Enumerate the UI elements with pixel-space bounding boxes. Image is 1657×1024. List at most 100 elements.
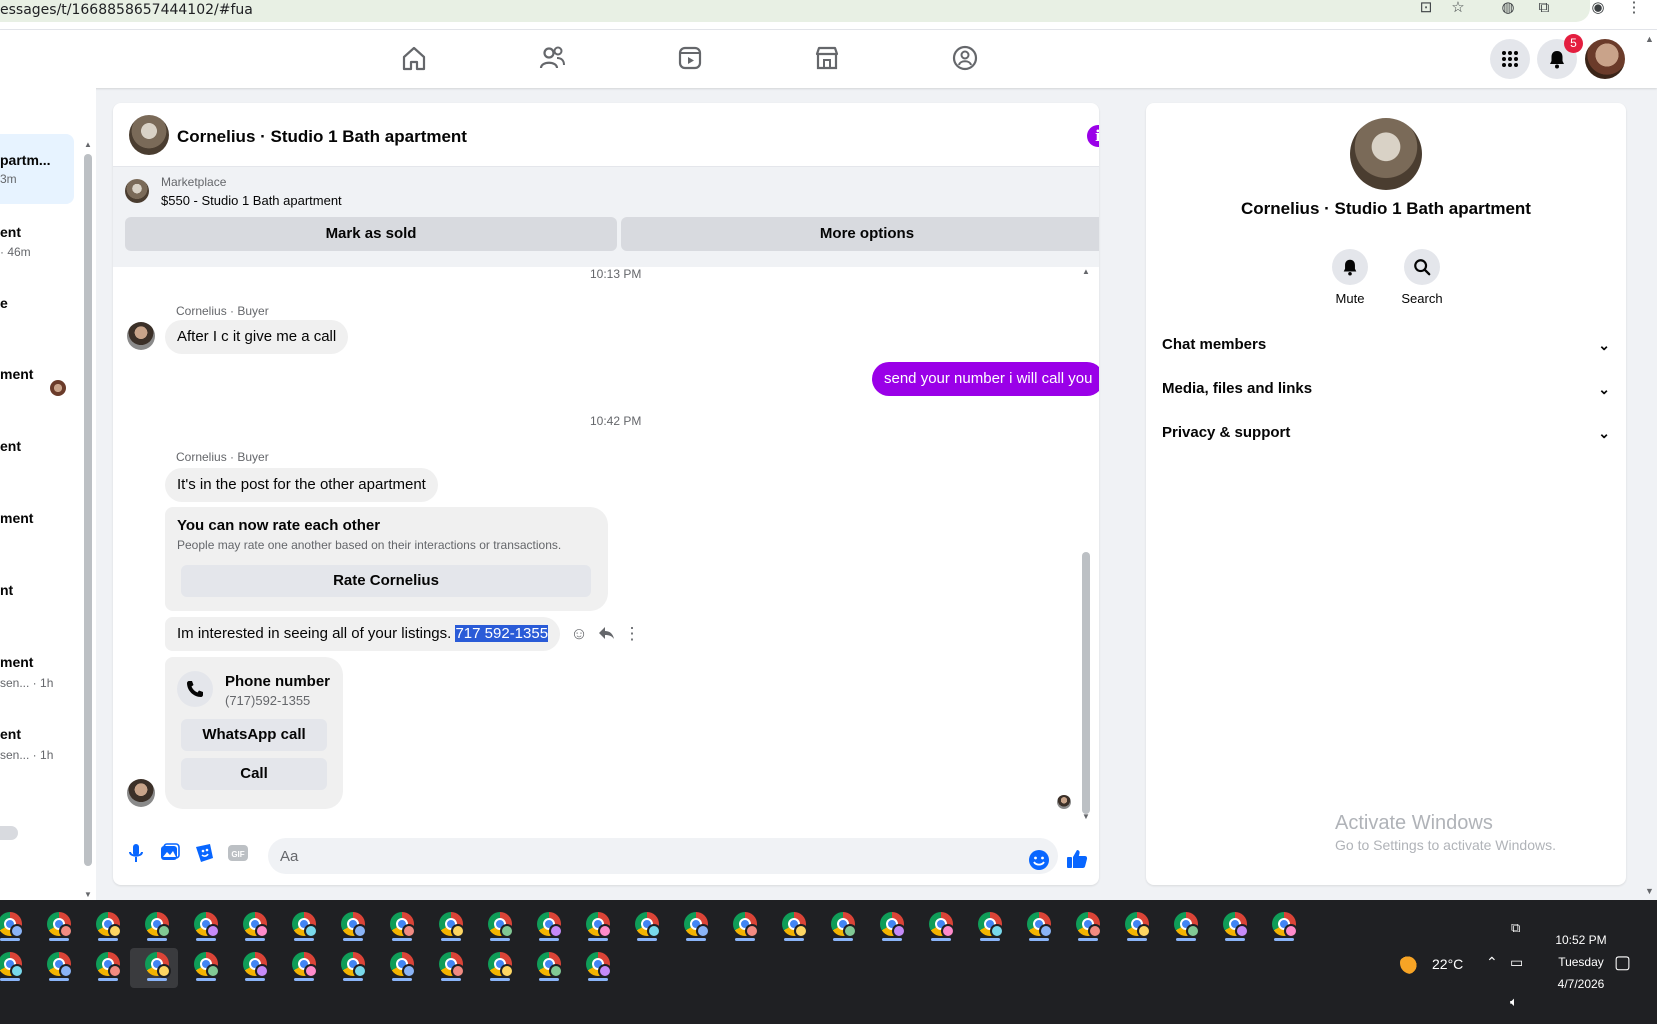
conversation-avatar[interactable] [1350, 118, 1422, 190]
conversation-title[interactable]: ment [0, 366, 74, 382]
chrome-icon[interactable] [92, 908, 124, 941]
marketplace-icon[interactable] [811, 42, 843, 74]
chrome-icon[interactable] [0, 948, 26, 981]
conversation-list-scrollbar[interactable]: ▲ ▼ [83, 140, 93, 900]
chrome-icon[interactable] [631, 908, 663, 941]
chrome-icon[interactable] [533, 948, 565, 981]
watch-icon[interactable] [674, 42, 706, 74]
scroll-up-arrow-icon[interactable]: ▲ [1645, 34, 1654, 44]
conversation-title[interactable]: ent [0, 224, 74, 240]
clock-time[interactable]: 10:52 PM [1541, 933, 1621, 947]
chrome-icon[interactable] [239, 908, 271, 941]
notification-center-icon[interactable]: ▢ [1614, 952, 1631, 973]
scroll-down-arrow-icon[interactable]: ▼ [1645, 886, 1654, 896]
chrome-icon[interactable] [1023, 908, 1055, 941]
chrome-icon[interactable] [386, 908, 418, 941]
address-bar[interactable]: essages/t/1668858657444102/#fua [0, 0, 1590, 22]
reply-icon[interactable] [596, 624, 616, 644]
chrome-icon[interactable] [484, 908, 516, 941]
chat-scrollbar[interactable]: ▲ ▼ [1081, 267, 1091, 825]
conversation-title[interactable]: nt [0, 582, 74, 598]
chrome-icon[interactable] [680, 908, 712, 941]
thumbs-up-icon[interactable] [1065, 847, 1088, 869]
chrome-icon[interactable] [190, 908, 222, 941]
url-text[interactable]: essages/t/1668858657444102/#fua [0, 2, 253, 18]
scroll-down-arrow-icon[interactable]: ▼ [1082, 812, 1090, 821]
message-input[interactable] [268, 838, 1058, 874]
chrome-icon[interactable] [435, 908, 467, 941]
chrome-icon[interactable] [190, 948, 222, 981]
chrome-icon[interactable] [974, 908, 1006, 941]
page-scrollbar[interactable]: ▲ ▼ [1643, 30, 1657, 900]
listing-title[interactable]: $550 - Studio 1 Bath apartment [161, 193, 342, 208]
chrome-icon[interactable] [1219, 908, 1251, 941]
more-options-button[interactable]: More options [621, 217, 1099, 251]
chrome-icon[interactable] [288, 908, 320, 941]
photo-icon[interactable] [159, 842, 181, 864]
more-actions-icon[interactable]: ⋮ [622, 624, 642, 644]
chrome-icon[interactable] [337, 948, 369, 981]
incoming-message[interactable]: After I c it give me a call [165, 320, 349, 354]
chrome-icon[interactable] [43, 908, 75, 941]
conversation-title[interactable]: partm... [0, 152, 74, 168]
profile-icon[interactable]: ◉ [1588, 0, 1608, 18]
conversation-title[interactable]: ent [0, 438, 74, 454]
phone-card-value[interactable]: (717)592-1355 [225, 693, 310, 708]
conversation-title[interactable]: ment [0, 510, 74, 526]
chrome-icon[interactable] [582, 908, 614, 941]
outgoing-message[interactable]: send your number i will call you [872, 362, 1099, 396]
volume-icon[interactable]: 🔈︎ [1510, 994, 1518, 1010]
scroll-thumb[interactable] [84, 154, 92, 866]
buyer-avatar[interactable] [127, 779, 155, 807]
search-button[interactable]: Search [1392, 249, 1452, 306]
privacy-support-row[interactable]: Privacy & support ⌄ [1162, 413, 1610, 453]
whatsapp-call-button[interactable]: WhatsApp call [181, 719, 327, 751]
groups-icon[interactable] [949, 42, 981, 74]
chrome-icon[interactable] [827, 908, 859, 941]
chrome-icon[interactable] [92, 948, 124, 981]
chrome-icon[interactable] [288, 948, 320, 981]
gif-icon[interactable]: GIF [227, 842, 249, 864]
chrome-icon[interactable] [141, 908, 173, 941]
clock-day[interactable]: Tuesday [1541, 955, 1621, 969]
browser-menu-icon[interactable]: ⋮ [1624, 0, 1644, 18]
clock-date[interactable]: 4/7/2026 [1541, 977, 1621, 991]
media-files-links-row[interactable]: Media, files and links ⌄ [1162, 369, 1610, 409]
list-toggle-pill[interactable] [0, 826, 18, 840]
bookmark-star-icon[interactable]: ☆ [1448, 0, 1468, 18]
chrome-icon[interactable] [386, 948, 418, 981]
chat-title[interactable]: Cornelius · Studio 1 Bath apartment [177, 127, 467, 147]
chrome-icon[interactable] [0, 908, 26, 941]
chrome-icon[interactable] [1121, 908, 1153, 941]
selected-phone-text[interactable]: 717 592-1355 [455, 625, 549, 642]
info-icon[interactable]: i [1087, 125, 1099, 147]
scroll-thumb[interactable] [1082, 552, 1090, 814]
listing-thumbnail[interactable] [125, 179, 149, 203]
sticker-icon[interactable] [193, 842, 215, 864]
react-emoji-icon[interactable]: ☺ [569, 624, 589, 644]
menu-grid-icon[interactable] [1490, 39, 1530, 79]
incoming-message[interactable]: It's in the post for the other apartment [165, 468, 438, 502]
scroll-up-arrow-icon[interactable]: ▲ [1082, 267, 1090, 276]
chrome-icon[interactable] [1170, 908, 1202, 941]
mark-as-sold-button[interactable]: Mark as sold [125, 217, 617, 251]
install-app-icon[interactable]: ⊡ [1416, 0, 1436, 18]
mute-button[interactable]: Mute [1320, 249, 1380, 306]
chrome-icon[interactable] [337, 908, 369, 941]
account-avatar[interactable] [1585, 39, 1625, 79]
buyer-avatar[interactable] [127, 322, 155, 350]
chrome-icon[interactable] [1072, 908, 1104, 941]
conversation-title[interactable]: e [0, 295, 74, 311]
chrome-icon[interactable] [582, 948, 614, 981]
chat-avatar[interactable] [129, 115, 169, 155]
weather-moon-icon[interactable] [1400, 952, 1422, 974]
chevron-up-icon[interactable]: ⌃ [1486, 954, 1498, 971]
conversation-title[interactable]: ment [0, 654, 74, 670]
chrome-icon[interactable] [141, 948, 173, 981]
rate-cornelius-button[interactable]: Rate Cornelius [181, 565, 591, 597]
extensions-icon[interactable]: ⧉ [1534, 0, 1554, 18]
home-icon[interactable] [398, 42, 430, 74]
chrome-icon[interactable] [484, 948, 516, 981]
chrome-icon[interactable] [876, 908, 908, 941]
emoji-icon[interactable] [1028, 849, 1050, 871]
